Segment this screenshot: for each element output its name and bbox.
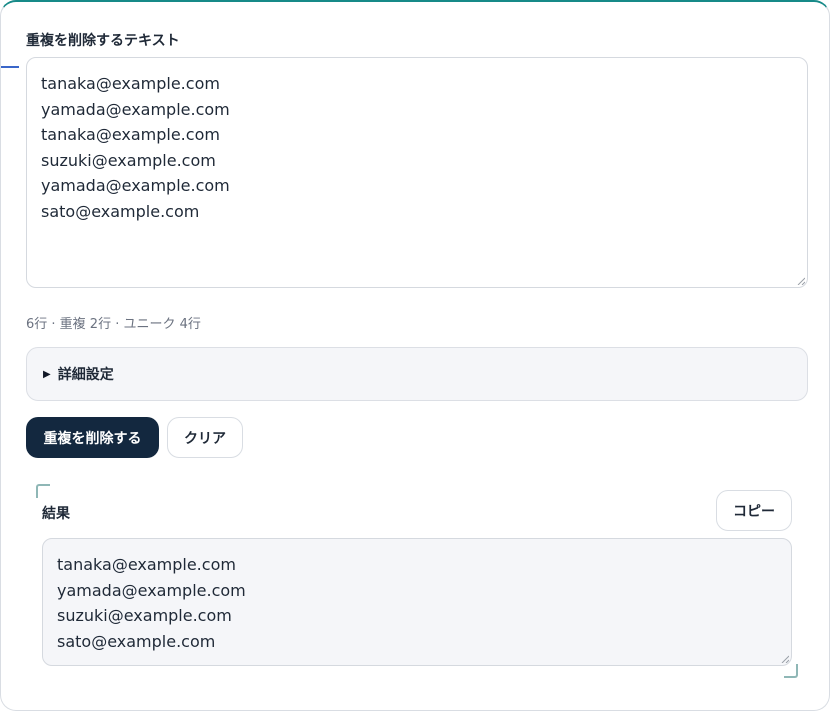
result-line: sato@example.com [57, 631, 216, 651]
result-corner-decoration [784, 664, 798, 678]
source-line: sato@example.com [41, 201, 200, 221]
resize-handle-icon[interactable] [781, 655, 789, 663]
source-line: yamada@example.com [41, 176, 230, 196]
left-accent-bar [1, 66, 19, 68]
source-line: tanaka@example.com [41, 74, 220, 93]
result-line: yamada@example.com [57, 580, 246, 600]
dedupe-button[interactable]: 重複を削除する [26, 417, 159, 458]
dedupe-card: 重複を削除するテキスト tanaka@example.com yamada@ex… [0, 0, 830, 711]
line-stats: 6行 · 重複 2行 · ユニーク 4行 [26, 317, 201, 332]
result-line: tanaka@example.com [57, 555, 236, 574]
source-line: tanaka@example.com [41, 125, 220, 145]
disclosure-triangle-icon: ▶ [43, 368, 51, 380]
result-textarea[interactable]: tanaka@example.com yamada@example.com su… [42, 538, 792, 666]
result-corner-decoration [36, 484, 50, 498]
source-line: yamada@example.com [41, 99, 230, 119]
advanced-settings-toggle[interactable]: ▶ 詳細設定 [26, 347, 808, 401]
resize-handle-icon[interactable] [797, 277, 805, 285]
input-label: 重複を削除するテキスト [26, 33, 180, 49]
result-label: 結果 [42, 506, 70, 522]
advanced-settings-label: 詳細設定 [57, 367, 114, 383]
source-textarea[interactable]: tanaka@example.com yamada@example.com ta… [26, 57, 808, 288]
source-line: suzuki@example.com [41, 150, 216, 170]
clear-button[interactable]: クリア [167, 417, 243, 458]
copy-button[interactable]: コピー [716, 490, 792, 531]
result-line: suzuki@example.com [57, 606, 232, 626]
